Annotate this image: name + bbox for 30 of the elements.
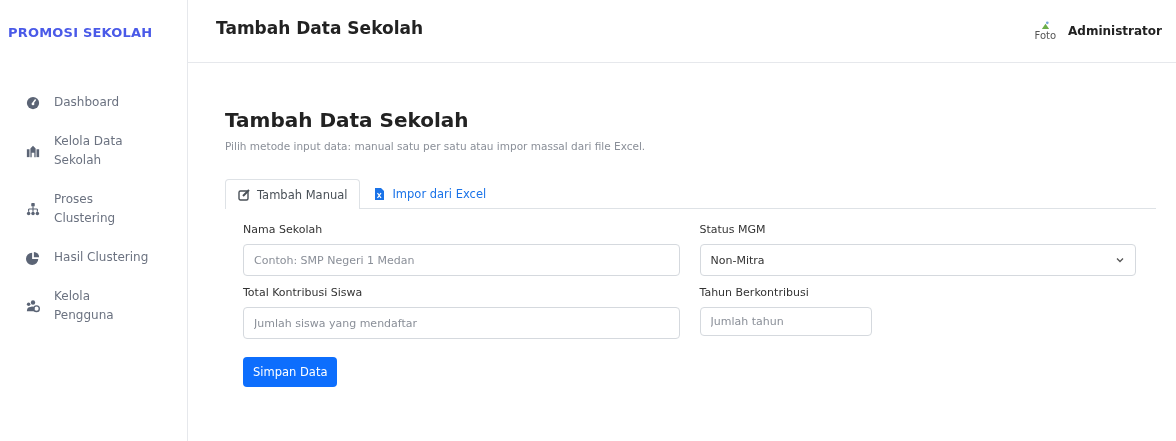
tab[interactable]: Impor dari Excel bbox=[360, 179, 500, 208]
broken-image: Foto bbox=[1034, 21, 1057, 41]
page-header-title: Tambah Data Sekolah bbox=[216, 18, 425, 38]
status-select[interactable]: Non-Mitra bbox=[699, 244, 1136, 276]
field-label: Nama Sekolah bbox=[243, 223, 324, 236]
excel-file-icon bbox=[373, 188, 386, 200]
page-subtitle: Pilih metode input data: manual satu per satu atau impor massal dari file Excel. bbox=[225, 140, 647, 152]
input-field[interactable]: Jumlah tahun bbox=[699, 307, 872, 336]
chevron-down-icon bbox=[1115, 255, 1125, 265]
sidebar-item[interactable]: Kelola Data Sekolah bbox=[8, 132, 158, 170]
hierarchy-icon bbox=[26, 202, 40, 216]
input-field[interactable]: Contoh: SMP Negeri 1 Medan bbox=[243, 244, 680, 276]
pie-chart-icon bbox=[26, 250, 40, 265]
brand-title: PROMOSI SEKOLAH bbox=[8, 24, 154, 42]
field-label: Tahun Berkontribusi bbox=[699, 286, 810, 299]
save-button[interactable]: Simpan Data bbox=[243, 357, 338, 387]
input-field[interactable]: Jumlah siswa yang mendaftar bbox=[243, 307, 680, 339]
sidebar-item[interactable]: Dashboard bbox=[8, 93, 158, 112]
field-label: Status MGM bbox=[699, 223, 767, 236]
field-label: Total Kontribusi Siswa bbox=[243, 286, 364, 299]
edit-icon bbox=[238, 188, 250, 201]
user-name[interactable]: Administrator bbox=[1068, 24, 1162, 38]
users-icon bbox=[26, 299, 40, 313]
building-icon bbox=[26, 144, 40, 158]
tab[interactable]: Tambah Manual bbox=[225, 179, 361, 209]
sidebar-item[interactable]: Proses Clustering bbox=[8, 190, 158, 228]
sidebar-item[interactable]: Kelola Pengguna bbox=[8, 287, 158, 325]
dashboard-icon bbox=[26, 95, 40, 110]
sidebar-item[interactable]: Hasil Clustering bbox=[8, 248, 158, 267]
page-title: Tambah Data Sekolah bbox=[225, 108, 470, 132]
